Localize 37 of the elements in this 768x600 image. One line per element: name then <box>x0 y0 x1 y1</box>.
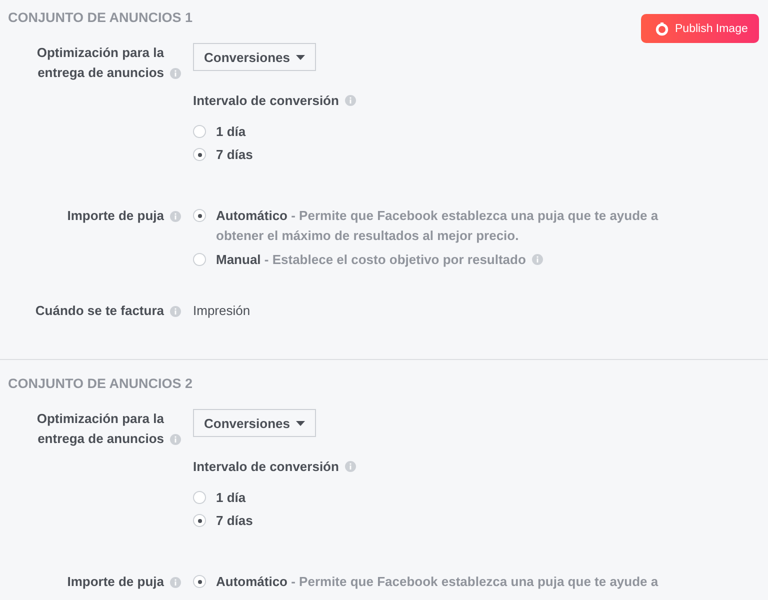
interval-label: Intervalo de conversión <box>193 93 339 108</box>
radio-button[interactable] <box>193 209 206 222</box>
optimization-dropdown[interactable]: Conversiones <box>193 409 316 437</box>
field-label: Importe de puja <box>67 573 164 591</box>
billing-value: Impresión <box>193 303 250 318</box>
ring-icon <box>655 22 669 36</box>
field-label: Importe de puja <box>67 207 164 225</box>
radio-button[interactable] <box>193 253 206 266</box>
bid-option-text: Automático - Permite que Facebook establezca una puja que te ayude a obtener el máximo de resultados al mejor precio. <box>216 208 658 243</box>
interval-label: Intervalo de conversión <box>193 459 339 474</box>
radio-button[interactable] <box>193 125 206 138</box>
bid-option-text: Automático - Permite que Facebook establezca una puja que te ayude a <box>216 574 658 589</box>
info-icon <box>344 95 356 106</box>
caret-icon <box>296 54 305 60</box>
publish-image-button[interactable]: Publish Image <box>641 14 759 43</box>
radio-button[interactable] <box>193 514 206 527</box>
option-label: 1 día <box>216 124 246 139</box>
radio-button[interactable] <box>193 148 206 161</box>
info-icon <box>170 577 181 588</box>
info-icon <box>170 68 181 79</box>
bid-option-text: Manual - Establece el costo objetivo por resultado <box>216 252 526 267</box>
info-icon <box>344 461 356 472</box>
radio-button[interactable] <box>193 491 206 504</box>
caret-icon <box>296 420 305 426</box>
option-label: 7 días <box>216 147 253 162</box>
field-label: Cuándo se te factura <box>35 302 164 320</box>
section-title: CONJUNTO DE ANUNCIOS 2 <box>7 376 194 391</box>
info-icon <box>170 434 181 445</box>
field-label: Optimización para la entrega de anuncios <box>36 410 164 448</box>
option-label: 1 día <box>216 490 246 505</box>
info-icon <box>170 211 181 222</box>
field-label: Optimización para la entrega de anuncios <box>36 44 164 82</box>
optimization-dropdown[interactable]: Conversiones <box>193 43 316 71</box>
info-icon <box>170 306 181 317</box>
option-label: 7 días <box>216 513 253 528</box>
section-title: CONJUNTO DE ANUNCIOS 1 <box>7 10 194 25</box>
radio-button[interactable] <box>193 575 206 588</box>
